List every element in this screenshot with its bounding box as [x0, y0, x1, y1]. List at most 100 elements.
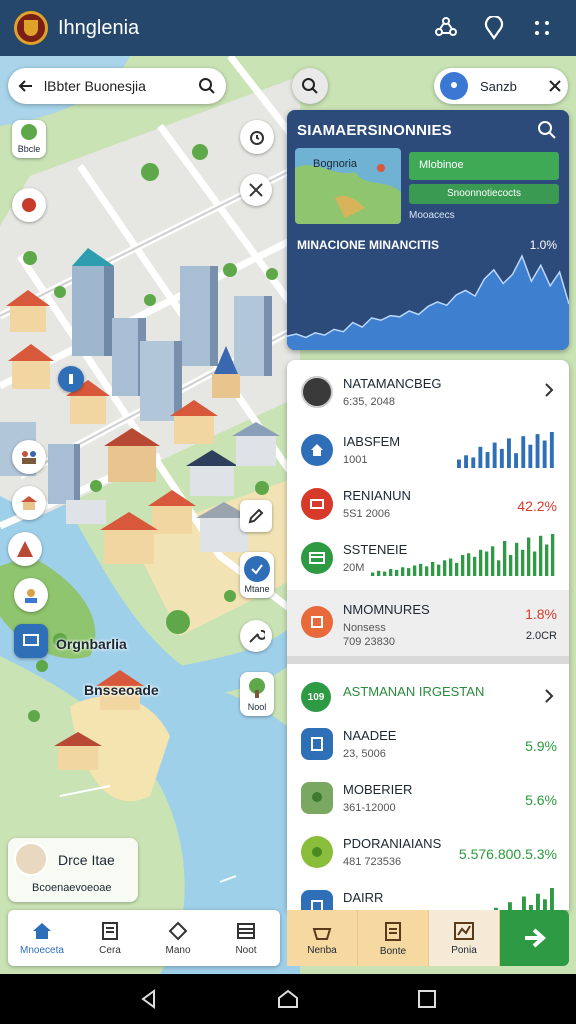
map-pin-people-2[interactable]: [14, 578, 48, 612]
spark-bar: [461, 555, 465, 576]
list-item[interactable]: PDORANIAIANS 481 723536 5.576.800.5.3%: [287, 824, 569, 876]
bottom-actions: Nenba Bonte Ponia: [287, 910, 569, 966]
arrow-right-icon: [524, 928, 546, 948]
search-input[interactable]: [44, 78, 198, 94]
nav-item-cera[interactable]: Cera: [76, 910, 144, 966]
spark-bar: [543, 899, 547, 910]
spark-bar: [499, 448, 504, 468]
map-label-district: Orgnbarlia: [56, 636, 127, 652]
map-pin-people[interactable]: [12, 440, 46, 474]
spark-bar: [533, 551, 537, 576]
list-item-selected[interactable]: NMOMNURES Nonsess 709 23830 1.8% 2.0CR: [287, 590, 569, 656]
spark-bar: [527, 537, 531, 576]
spark-bar: [492, 442, 497, 468]
search-bar[interactable]: [8, 68, 226, 104]
spark-bar: [464, 455, 468, 468]
list-item[interactable]: NAADEE 23, 5006 5.9%: [287, 716, 569, 768]
home-icon: [301, 434, 333, 466]
map-pin-food[interactable]: [12, 188, 46, 222]
spark-bar: [528, 444, 533, 468]
spark-bar: [521, 436, 526, 468]
location-icon: [440, 72, 468, 100]
list-item[interactable]: IABSFEM 1001: [287, 422, 569, 474]
list-sparkline: [457, 432, 554, 468]
spark-bar: [515, 542, 519, 576]
map-pin-landmark[interactable]: [8, 532, 42, 566]
spark-bar: [536, 893, 540, 910]
basket-icon: [312, 927, 332, 940]
stats-small-text: Mooacecs: [409, 210, 455, 221]
stats-row-primary[interactable]: Mlobinoe: [409, 152, 559, 180]
diamond-icon: [168, 921, 188, 940]
map-pin-info[interactable]: [58, 366, 84, 392]
image-icon: [301, 890, 333, 910]
spark-bar: [549, 432, 554, 468]
search-icon: [302, 78, 318, 94]
close-icon[interactable]: [548, 79, 562, 93]
share-icon[interactable]: [426, 8, 466, 48]
home-nav-icon[interactable]: [277, 988, 299, 1010]
list-item[interactable]: RENIANUN 5S1 2006 42.2%: [287, 476, 569, 528]
spark-bar: [413, 565, 417, 576]
map-pin-house[interactable]: [12, 486, 46, 520]
frame-icon: [301, 606, 333, 638]
app-title: Ihnglenia: [58, 16, 140, 39]
park-icon: [301, 782, 333, 814]
stats-row-secondary[interactable]: Snoonnotiecocts: [409, 184, 559, 204]
app-logo: [14, 11, 48, 45]
spark-bar: [425, 566, 429, 576]
search-icon[interactable]: [198, 77, 216, 95]
list-item[interactable]: MOBERIER 361-12000 5.6%: [287, 770, 569, 822]
spark-bar: [542, 440, 547, 468]
place-name: Drce Itae: [58, 852, 115, 868]
chevron-right-icon[interactable]: [543, 382, 555, 398]
recents-icon[interactable]: [416, 988, 438, 1010]
home-icon: [33, 922, 51, 939]
place-card[interactable]: Drce Itae Bcoenaevoeoae: [8, 838, 138, 902]
spark-bar: [485, 452, 490, 468]
location-chip[interactable]: Sanzb: [434, 68, 568, 104]
location-pin-icon[interactable]: [474, 8, 514, 48]
nav-item-noot[interactable]: Noot: [212, 910, 280, 966]
map-pin-monitor[interactable]: [14, 624, 48, 658]
action-nenba[interactable]: Nenba: [287, 910, 358, 966]
alert-icon: [301, 488, 333, 520]
map-tile-park[interactable]: Bbcle: [12, 120, 46, 158]
spark-bar: [545, 544, 549, 576]
action-ponia[interactable]: Ponia: [429, 910, 500, 966]
list-sparkline: [371, 534, 555, 576]
card-icon: [301, 542, 333, 574]
wrench-icon[interactable]: [240, 620, 272, 652]
document-icon: [102, 921, 118, 940]
spark-bar: [485, 551, 489, 576]
chevron-right-icon[interactable]: [543, 688, 555, 704]
map-search-button[interactable]: [292, 68, 328, 104]
chart-icon: [454, 921, 474, 940]
back-icon[interactable]: [138, 988, 160, 1010]
search-icon[interactable]: [537, 120, 557, 140]
back-arrow-icon[interactable]: [18, 78, 34, 94]
go-button[interactable]: [500, 910, 569, 966]
section-header[interactable]: 109 ASTMANAN IRGESTAN: [287, 670, 569, 722]
spark-bar: [507, 438, 511, 468]
more-options-icon[interactable]: [522, 8, 562, 48]
edit-icon[interactable]: [240, 500, 272, 532]
spark-bar: [471, 457, 476, 468]
map-tile-mtane[interactable]: Mtane: [240, 552, 274, 598]
spark-bar: [401, 567, 405, 576]
list-item[interactable]: SSTENEIE 20M: [287, 530, 569, 582]
nav-item-mano[interactable]: Mano: [144, 910, 212, 966]
action-bonte[interactable]: Bonte: [358, 910, 429, 966]
list-item[interactable]: NATAMANCBEG 6:35, 2048: [287, 364, 569, 416]
tools-icon[interactable]: [240, 174, 272, 206]
list-item[interactable]: DAIRR 2001: [287, 878, 569, 910]
nav-item-home[interactable]: Mnoeceta: [8, 910, 76, 966]
spark-bar: [514, 453, 518, 468]
spark-bar: [443, 560, 447, 576]
alarm-clock-icon[interactable]: [240, 120, 274, 154]
map-tile-nool[interactable]: Nool: [240, 672, 274, 716]
spark-bar: [522, 896, 526, 910]
mini-map[interactable]: Bognoria: [295, 148, 401, 224]
clipboard-icon: [385, 921, 401, 941]
check-icon: [244, 556, 270, 582]
